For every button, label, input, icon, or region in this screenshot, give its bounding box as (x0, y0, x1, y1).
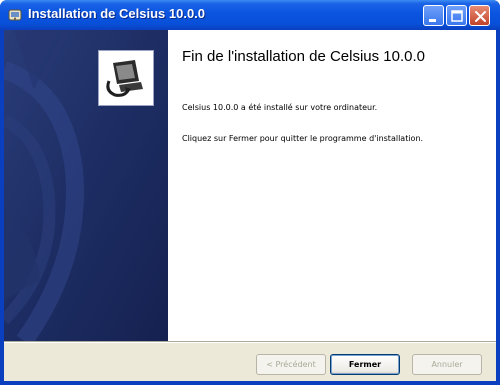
close-button[interactable]: Fermer (330, 354, 400, 375)
page-title: Fin de l'installation de Celsius 10.0.0 (182, 48, 426, 65)
close-window-button[interactable] (469, 5, 490, 26)
dialog-client-area: Fin de l'installation de Celsius 10.0.0 … (4, 30, 496, 381)
installer-icon (7, 7, 23, 23)
maximize-button[interactable] (446, 5, 467, 26)
window-title: Installation de Celsius 10.0.0 (28, 6, 206, 21)
title-bar[interactable]: Installation de Celsius 10.0.0 (0, 0, 500, 30)
cancel-button[interactable]: Annuler (412, 354, 482, 375)
footer-separator (4, 341, 496, 343)
minimize-icon (429, 19, 436, 22)
instructions-message: Cliquez sur Fermer pour quitter le progr… (182, 134, 424, 143)
previous-button[interactable]: < Précédent (256, 354, 326, 375)
computer-install-icon (98, 50, 154, 106)
wizard-content-pane: Fin de l'installation de Celsius 10.0.0 … (168, 30, 496, 341)
close-icon (475, 11, 486, 22)
bottom-strip (4, 377, 496, 381)
minimize-button[interactable] (423, 5, 444, 26)
wizard-sidebar-banner (4, 30, 168, 341)
maximize-icon (451, 10, 463, 22)
installer-window: Installation de Celsius 10.0.0 Fin de l'… (0, 0, 500, 385)
installed-message: Celsius 10.0.0 a été installé sur votre … (182, 103, 378, 112)
